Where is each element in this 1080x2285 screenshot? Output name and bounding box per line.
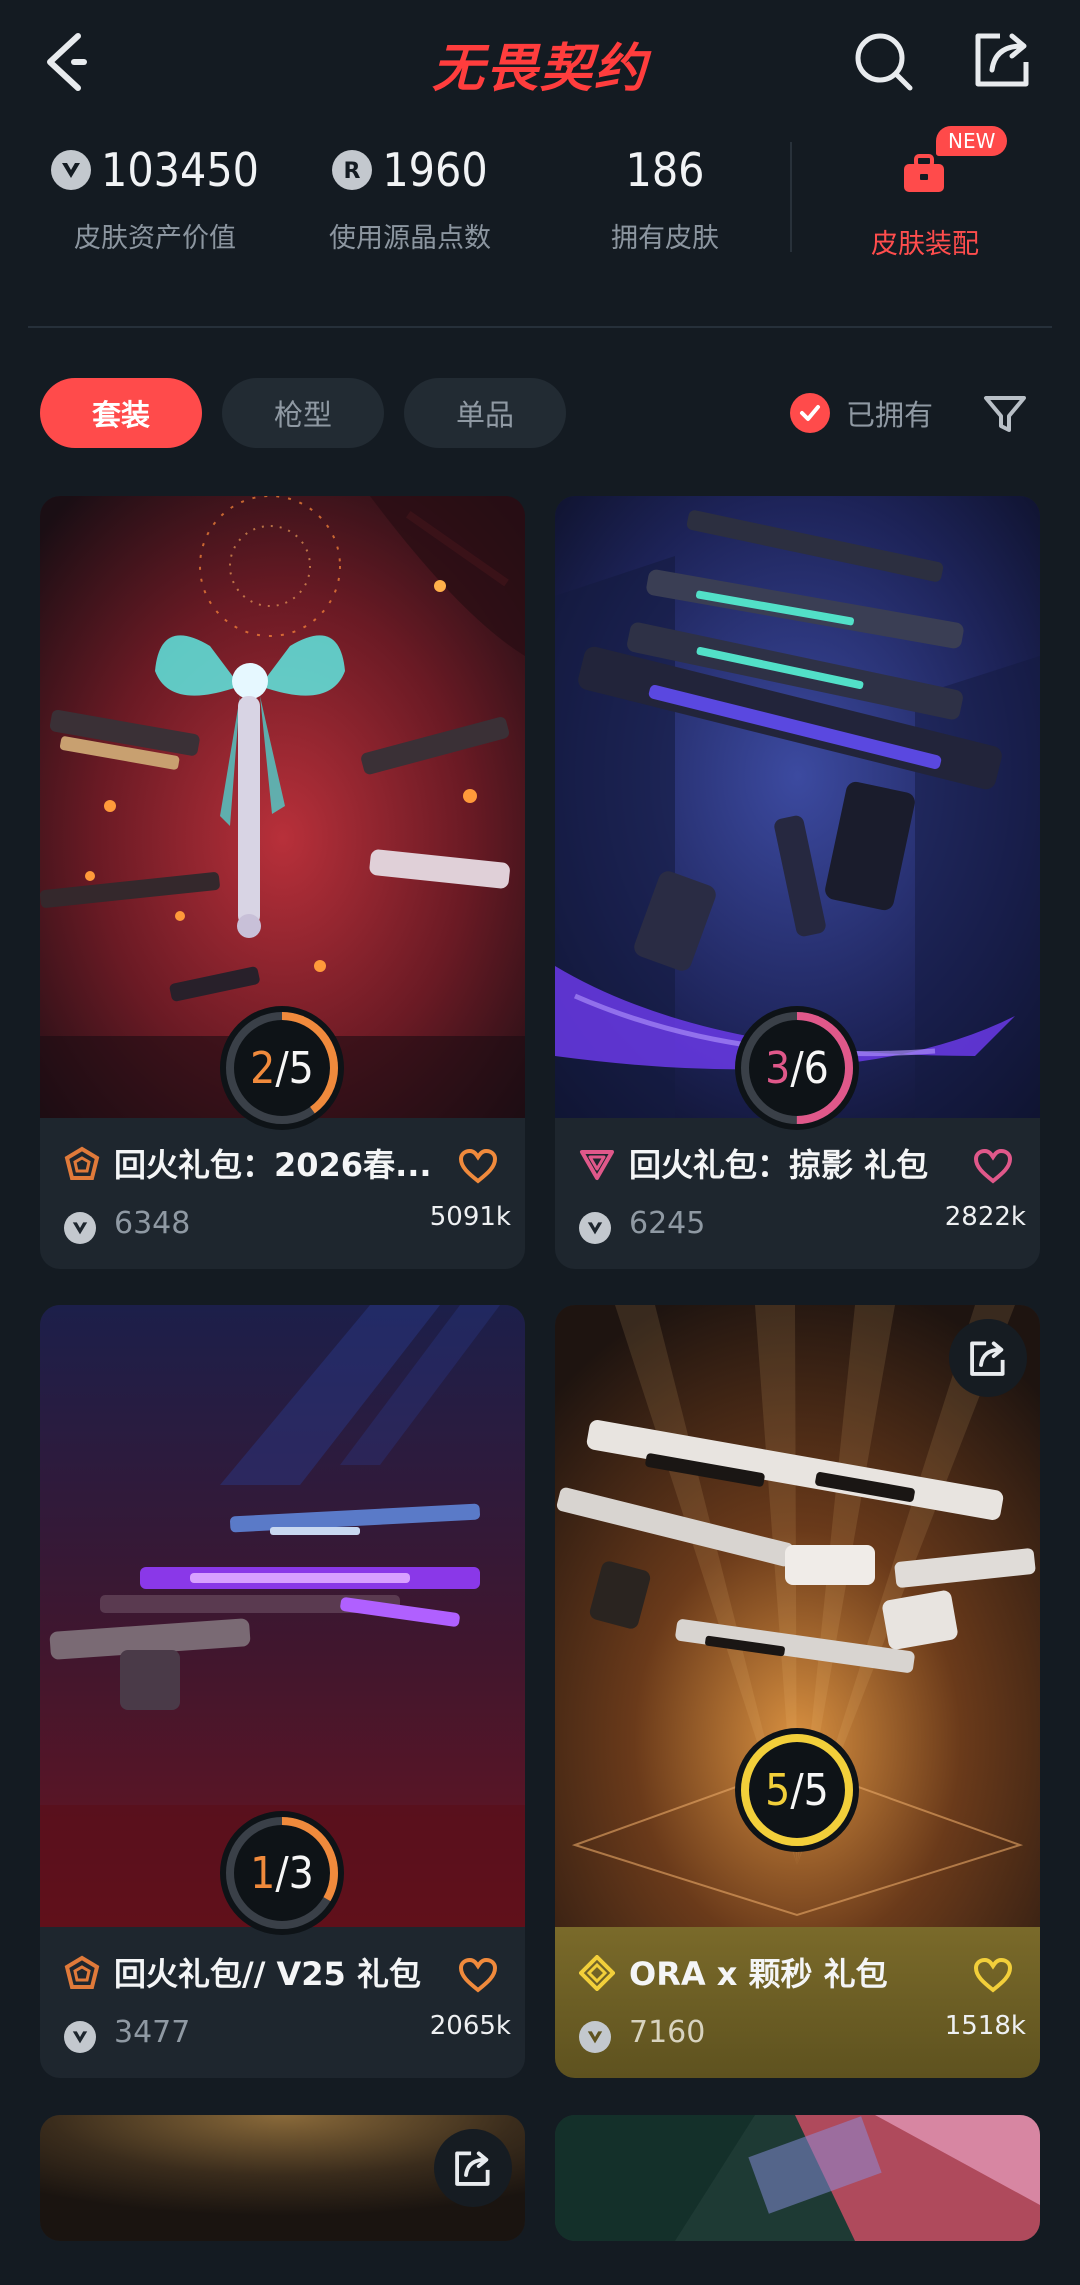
collection-progress: 1/3	[217, 1808, 347, 1938]
stat-label: 使用源晶点数	[329, 223, 491, 254]
vp-coin-icon	[64, 2021, 96, 2053]
asset-stats: 103450 皮肤资产价值 R 1960 使用源晶点数 186 拥有皮肤 NEW…	[0, 126, 1080, 280]
search-icon	[855, 33, 913, 91]
bundle-title: 回火礼包：2026春...	[114, 1146, 432, 1184]
bundle-card[interactable]: 3/6 回火礼包：掠影 礼包 6245 2822k	[555, 496, 1040, 1269]
bundle-card[interactable]	[40, 2115, 525, 2241]
heart-icon[interactable]	[973, 1148, 1013, 1184]
stat-radianite[interactable]: R 1960 使用源晶点数	[295, 130, 525, 280]
premium-tier-icon	[64, 1955, 100, 1989]
bundle-price: 3477	[114, 2015, 191, 2050]
bundle-card[interactable]: 1/3 回火礼包// V25 礼包 3477 2065k	[40, 1305, 525, 2078]
radianite-icon: R	[332, 150, 373, 190]
share-button[interactable]	[970, 26, 1036, 92]
share-button[interactable]	[434, 2129, 512, 2207]
vp-coin-icon	[51, 150, 92, 190]
progress-owned: 3	[765, 1042, 791, 1094]
bundle-card[interactable]	[555, 2115, 1040, 2241]
filter-button[interactable]	[980, 388, 1030, 438]
like-count: 1518k	[944, 2011, 1026, 2041]
bundle-price: 6348	[114, 1206, 191, 1241]
top-bar: 无畏契约	[0, 0, 1080, 125]
stat-value: 1960	[382, 143, 488, 197]
new-badge: NEW	[936, 126, 1008, 156]
collection-progress: 3/6	[732, 1003, 862, 1133]
like-count: 2065k	[429, 2011, 511, 2041]
checkbox-checked-icon	[790, 393, 830, 433]
bundle-price: 7160	[629, 2015, 706, 2050]
share-icon	[970, 1341, 1005, 1376]
share-icon	[975, 33, 1029, 87]
bundle-title: 回火礼包：掠影 礼包	[629, 1146, 929, 1184]
stat-owned-skins[interactable]: 186 拥有皮肤	[550, 130, 780, 280]
stat-label: 拥有皮肤	[611, 223, 719, 254]
bundle-title: 回火礼包// V25 礼包	[114, 1955, 421, 1993]
ultra-tier-icon	[579, 1955, 615, 1991]
heart-icon[interactable]	[973, 1957, 1013, 1993]
vp-coin-icon	[579, 1212, 611, 1244]
like-count: 2822k	[944, 1202, 1026, 1232]
premium-tier-icon	[64, 1146, 100, 1180]
stat-value: 103450	[101, 143, 259, 197]
owned-label: 已拥有	[846, 398, 934, 432]
progress-total: 5	[803, 1764, 829, 1816]
chip-weapon-type[interactable]: 枪型	[222, 378, 384, 448]
owned-toggle[interactable]: 已拥有	[790, 388, 933, 438]
bundle-artwork	[555, 2115, 1040, 2241]
chip-single-items[interactable]: 单品	[404, 378, 566, 448]
stat-value: 186	[625, 143, 705, 197]
bundle-price: 6245	[629, 1206, 706, 1241]
share-icon	[455, 2151, 490, 2186]
search-button[interactable]	[850, 28, 916, 94]
section-divider	[28, 326, 1052, 328]
progress-owned: 2	[250, 1042, 276, 1094]
stat-skin-value[interactable]: 103450 皮肤资产价值	[40, 130, 270, 280]
bundle-card[interactable]: 5/5 ORA x 颗秒 礼包 7160 1518k	[555, 1305, 1040, 2078]
heart-icon[interactable]	[458, 1148, 498, 1184]
collection-progress: 5/5	[732, 1725, 862, 1855]
progress-total: 5	[288, 1042, 314, 1094]
vp-coin-icon	[579, 2021, 611, 2053]
progress-owned: 5	[765, 1764, 791, 1816]
vp-coin-icon	[64, 1212, 96, 1244]
progress-owned: 1	[250, 1847, 276, 1899]
briefcase-icon	[904, 154, 944, 192]
bundle-card[interactable]: 2/5 回火礼包：2026春... 6348 5091k	[40, 496, 525, 1269]
filter-icon	[984, 396, 1026, 432]
progress-total: 6	[803, 1042, 829, 1094]
stat-label: 皮肤资产价值	[74, 223, 236, 254]
like-count: 5091k	[429, 1202, 511, 1232]
skin-loadout-button[interactable]: NEW 皮肤装配	[830, 126, 1020, 280]
bundle-title: ORA x 颗秒 礼包	[629, 1955, 888, 1993]
collection-progress: 2/5	[217, 1003, 347, 1133]
heart-icon[interactable]	[458, 1957, 498, 1993]
progress-total: 3	[288, 1847, 314, 1899]
app-logo: 无畏契约	[431, 38, 648, 99]
stats-divider	[790, 142, 792, 252]
exclusive-tier-icon	[580, 1150, 614, 1180]
svg-text:R: R	[344, 159, 361, 184]
skin-loadout-label: 皮肤装配	[871, 229, 979, 260]
share-button[interactable]	[949, 1319, 1027, 1397]
chip-bundles[interactable]: 套装	[40, 378, 202, 448]
